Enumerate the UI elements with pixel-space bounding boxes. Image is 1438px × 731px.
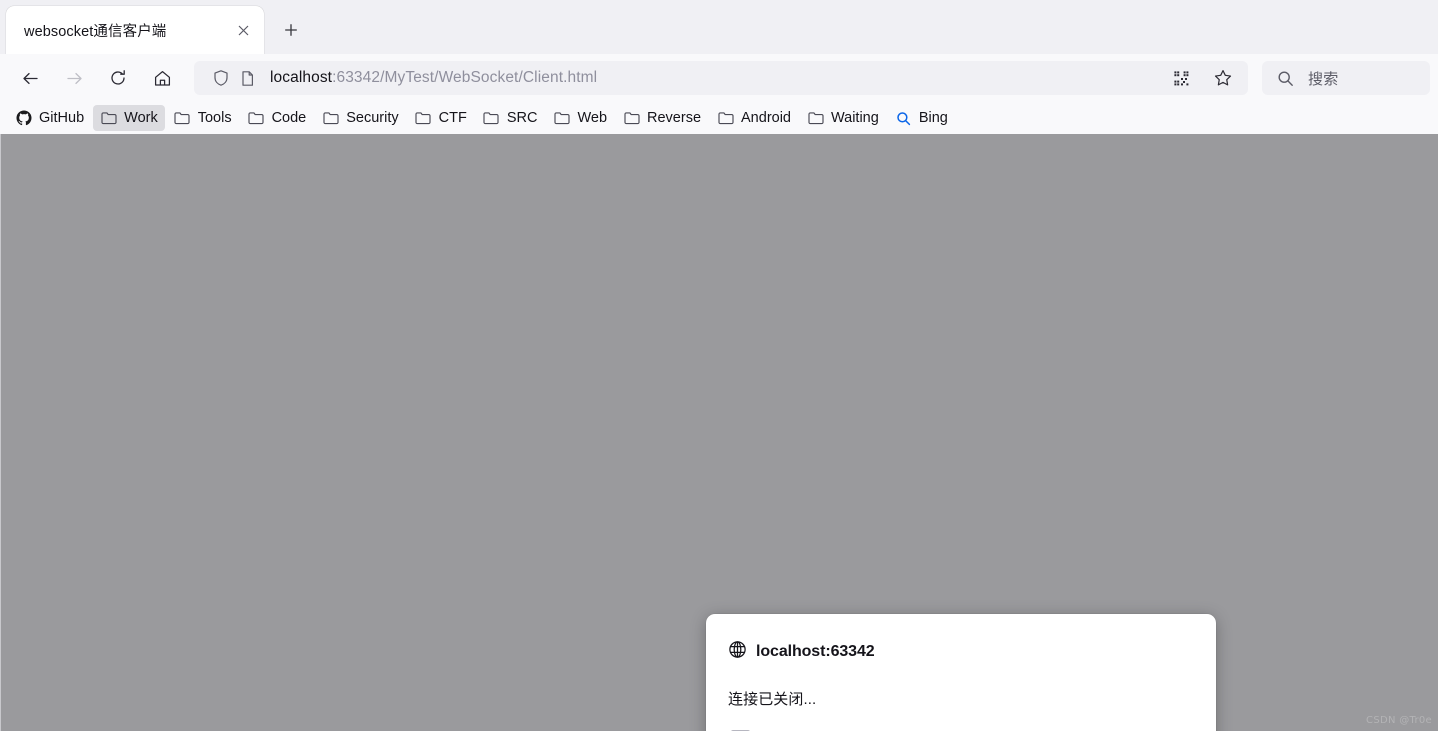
dialog-origin: localhost:63342 bbox=[756, 643, 875, 660]
bookmark-reverse[interactable]: Reverse bbox=[616, 105, 708, 131]
bookmark-work[interactable]: Work bbox=[93, 105, 165, 131]
shield-icon[interactable] bbox=[208, 65, 234, 91]
globe-icon bbox=[728, 640, 747, 664]
page-viewport: localhost:63342 连接已关闭... 不允许 localhost:6… bbox=[0, 134, 1438, 731]
bookmark-label: Bing bbox=[918, 110, 948, 126]
bookmark-code[interactable]: Code bbox=[241, 105, 314, 131]
folder-icon bbox=[174, 110, 191, 127]
bookmark-label: Security bbox=[346, 110, 399, 126]
dialog-message: 连接已关闭... bbox=[728, 691, 817, 708]
page-document-icon[interactable] bbox=[234, 65, 260, 91]
folder-icon bbox=[807, 110, 824, 127]
folder-icon bbox=[100, 110, 117, 127]
url-host: localhost bbox=[270, 69, 333, 86]
bookmark-label: Waiting bbox=[831, 110, 879, 126]
bookmark-security[interactable]: Security bbox=[315, 105, 405, 131]
folder-icon bbox=[717, 110, 734, 127]
browser-window: websocket通信客户端 localhost:63342/MyTest/We… bbox=[0, 0, 1438, 731]
search-icon bbox=[895, 110, 912, 127]
forward-button[interactable] bbox=[56, 61, 92, 95]
bookmark-label: GitHub bbox=[39, 110, 85, 126]
watermark: CSDN @Tr0e bbox=[1366, 715, 1432, 726]
javascript-alert-dialog: localhost:63342 连接已关闭... 不允许 localhost:6… bbox=[706, 614, 1216, 731]
url-text[interactable]: localhost:63342/MyTest/WebSocket/Client.… bbox=[260, 69, 1162, 87]
folder-icon bbox=[248, 110, 265, 127]
navigation-toolbar: localhost:63342/MyTest/WebSocket/Client.… bbox=[0, 54, 1438, 102]
dialog-header: localhost:63342 bbox=[728, 640, 1192, 664]
search-icon bbox=[1272, 65, 1298, 91]
github-icon bbox=[15, 110, 32, 127]
tab-close-icon[interactable] bbox=[230, 17, 256, 43]
search-bar[interactable]: 搜索 bbox=[1262, 61, 1430, 95]
tab-strip: websocket通信客户端 bbox=[0, 0, 1438, 54]
bookmark-label: Reverse bbox=[647, 110, 702, 126]
bookmark-src[interactable]: SRC bbox=[476, 105, 545, 131]
folder-icon bbox=[415, 110, 432, 127]
bookmark-web[interactable]: Web bbox=[546, 105, 614, 131]
bookmark-label: Web bbox=[577, 110, 608, 126]
bookmark-label: Tools bbox=[197, 110, 232, 126]
url-bar-actions bbox=[1162, 61, 1242, 95]
bookmarks-bar: GitHub Work Tools Code Security CTF SRC … bbox=[0, 102, 1438, 134]
bookmark-bing[interactable]: Bing bbox=[888, 105, 955, 131]
tab-active[interactable]: websocket通信客户端 bbox=[6, 6, 264, 54]
qr-code-icon[interactable] bbox=[1163, 61, 1199, 95]
back-button[interactable] bbox=[12, 61, 48, 95]
url-bar[interactable]: localhost:63342/MyTest/WebSocket/Client.… bbox=[194, 61, 1248, 95]
folder-icon bbox=[623, 110, 640, 127]
bookmark-label: Work bbox=[124, 110, 158, 126]
bookmark-android[interactable]: Android bbox=[710, 105, 798, 131]
bookmark-label: SRC bbox=[506, 110, 538, 126]
bookmark-ctf[interactable]: CTF bbox=[408, 105, 474, 131]
new-tab-button[interactable] bbox=[274, 13, 308, 47]
folder-icon bbox=[483, 110, 500, 127]
bookmark-tools[interactable]: Tools bbox=[167, 105, 239, 131]
url-path: :63342/MyTest/WebSocket/Client.html bbox=[332, 69, 598, 86]
bookmark-star-icon[interactable] bbox=[1205, 61, 1241, 95]
reload-button[interactable] bbox=[100, 61, 136, 95]
bookmark-github[interactable]: GitHub bbox=[8, 105, 91, 131]
tab-title: websocket通信客户端 bbox=[24, 23, 167, 40]
home-button[interactable] bbox=[144, 61, 180, 95]
search-placeholder: 搜索 bbox=[1308, 70, 1339, 88]
folder-icon bbox=[553, 110, 570, 127]
bookmark-label: Code bbox=[271, 110, 307, 126]
bookmark-waiting[interactable]: Waiting bbox=[800, 105, 886, 131]
bookmark-label: CTF bbox=[438, 110, 467, 126]
folder-icon bbox=[322, 110, 339, 127]
bookmark-label: Android bbox=[741, 110, 791, 126]
